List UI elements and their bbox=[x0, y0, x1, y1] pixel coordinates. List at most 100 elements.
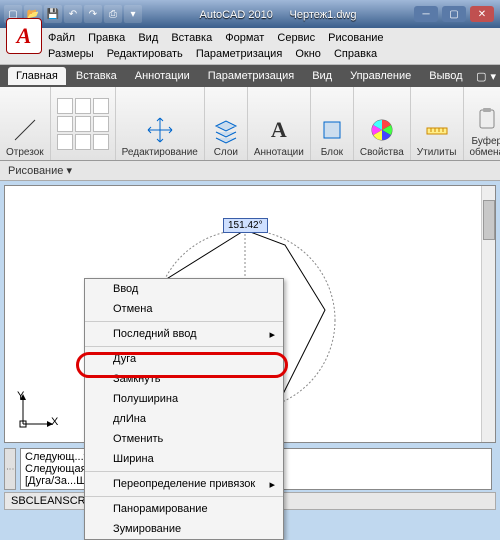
ribbon-tools: ▢ ▾ bbox=[476, 70, 496, 83]
submenu-arrow-icon: ▸ bbox=[269, 478, 275, 491]
ctx-snap-overrides-label: Переопределение привязок bbox=[113, 478, 255, 490]
panel-draw-tools bbox=[51, 87, 116, 160]
menu-edit[interactable]: Правка bbox=[88, 30, 125, 46]
tab-insert[interactable]: Вставка bbox=[68, 67, 125, 85]
block-icon bbox=[317, 115, 347, 145]
ctx-recent-input-label: Последний ввод bbox=[113, 328, 197, 340]
panel-annotation[interactable]: A Аннотации bbox=[248, 87, 311, 160]
qat-save-icon[interactable]: 💾 bbox=[44, 5, 62, 23]
ctx-pan[interactable]: Панорамирование bbox=[85, 496, 283, 519]
draw-tool-icon[interactable] bbox=[75, 134, 91, 150]
document-name: Чертеж1.dwg bbox=[290, 9, 357, 21]
panel-clipboard-label: Буфер обмена bbox=[470, 136, 500, 158]
qat-undo-icon[interactable]: ↶ bbox=[64, 5, 82, 23]
command-line-handle[interactable]: ⋮ bbox=[4, 448, 16, 490]
panel-modify-label: Редактирование bbox=[122, 147, 198, 158]
close-button[interactable]: ✕ bbox=[470, 6, 494, 22]
menu-insert[interactable]: Вставка bbox=[171, 30, 212, 46]
qat-more-icon[interactable]: ▾ bbox=[124, 5, 142, 23]
ctx-arc[interactable]: Дуга bbox=[85, 346, 283, 369]
panel-line[interactable]: Отрезок bbox=[0, 87, 51, 160]
clipboard-icon bbox=[472, 104, 500, 134]
ribbon-tabs: Главная Вставка Аннотации Параметризация… bbox=[0, 65, 500, 87]
draw-tool-icon[interactable] bbox=[93, 116, 109, 132]
panel-properties-label: Свойства bbox=[360, 147, 404, 158]
menu-draw[interactable]: Рисование bbox=[328, 30, 383, 46]
ctx-zoom[interactable]: Зумирование bbox=[85, 519, 283, 539]
menu-tools[interactable]: Сервис bbox=[277, 30, 315, 46]
minimize-button[interactable]: ─ bbox=[414, 6, 438, 22]
panel-utilities[interactable]: Утилиты bbox=[411, 87, 464, 160]
window-controls: ─ ▢ ✕ bbox=[414, 6, 494, 22]
ctx-halfwidth[interactable]: Полуширина bbox=[85, 389, 283, 409]
ribbon-collapse-icon[interactable]: ▢ bbox=[476, 70, 486, 83]
panel-utilities-label: Утилиты bbox=[417, 147, 457, 158]
draw-tool-icon[interactable] bbox=[57, 116, 73, 132]
panel-block-label: Блок bbox=[321, 147, 343, 158]
ctx-snap-overrides[interactable]: Переопределение привязок ▸ bbox=[85, 471, 283, 494]
panel-annotation-label: Аннотации bbox=[254, 147, 304, 158]
ctx-length[interactable]: длИна bbox=[85, 409, 283, 429]
panel-line-label: Отрезок bbox=[6, 147, 44, 158]
drawing-panel-dropdown[interactable]: Рисование ▾ bbox=[8, 164, 72, 177]
titlebar: ▢ 📂 💾 ↶ ↷ ⎙ ▾ AutoCAD 2010 Чертеж1.dwg ─… bbox=[0, 0, 500, 28]
angle-readout: 151.42° bbox=[223, 218, 268, 233]
ctx-undo[interactable]: Отменить bbox=[85, 429, 283, 449]
maximize-button[interactable]: ▢ bbox=[442, 6, 466, 22]
line-icon bbox=[10, 115, 40, 145]
tab-manage[interactable]: Управление bbox=[342, 67, 419, 85]
color-wheel-icon bbox=[367, 115, 397, 145]
menu-window[interactable]: Окно bbox=[295, 46, 321, 62]
draw-tool-icon[interactable] bbox=[93, 98, 109, 114]
ctx-enter[interactable]: Ввод bbox=[85, 279, 283, 299]
panel-clipboard[interactable]: Буфер обмена bbox=[464, 87, 500, 160]
panel-properties[interactable]: Свойства bbox=[354, 87, 411, 160]
menu-format[interactable]: Формат bbox=[225, 30, 264, 46]
ucs-y-label: Y bbox=[17, 390, 24, 402]
draw-tool-icon[interactable] bbox=[75, 98, 91, 114]
panel-layers-label: Слои bbox=[214, 147, 238, 158]
context-menu: Ввод Отмена Последний ввод ▸ Дуга Замкнут… bbox=[84, 278, 284, 540]
qat-print-icon[interactable]: ⎙ bbox=[104, 5, 122, 23]
layers-icon bbox=[211, 115, 241, 145]
panel-dropdown-row: Рисование ▾ bbox=[0, 161, 500, 181]
classic-menu-row-2: Размеры Редактировать Параметризация Окн… bbox=[48, 46, 496, 62]
menu-file[interactable]: Файл bbox=[48, 30, 75, 46]
ctx-recent-input[interactable]: Последний ввод ▸ bbox=[85, 321, 283, 344]
panel-layers[interactable]: Слои bbox=[205, 87, 248, 160]
draw-tool-icon[interactable] bbox=[93, 134, 109, 150]
draw-tool-icon[interactable] bbox=[75, 116, 91, 132]
classic-menu-row-1: Файл Правка Вид Вставка Формат Сервис Ри… bbox=[48, 30, 496, 46]
autocad-logo-icon: A bbox=[17, 23, 32, 49]
scrollbar-thumb[interactable] bbox=[483, 200, 495, 240]
vertical-scrollbar[interactable] bbox=[481, 186, 495, 442]
ctx-close[interactable]: Замкнуть bbox=[85, 369, 283, 389]
panel-modify[interactable]: Редактирование bbox=[116, 87, 205, 160]
application-menu-button[interactable]: A bbox=[6, 18, 42, 54]
tab-parametric[interactable]: Параметризация bbox=[200, 67, 302, 85]
status-sbcleanscr[interactable]: SBCLEANSCR bbox=[11, 495, 86, 507]
menu-modify[interactable]: Редактировать bbox=[107, 46, 183, 62]
tab-view[interactable]: Вид bbox=[304, 67, 340, 85]
ribbon-help-icon[interactable]: ▾ bbox=[490, 70, 496, 83]
draw-tool-icon[interactable] bbox=[57, 134, 73, 150]
tab-output[interactable]: Вывод bbox=[421, 67, 470, 85]
ucs-x-label: X bbox=[51, 416, 58, 428]
menu-view[interactable]: Вид bbox=[138, 30, 158, 46]
window-title: AutoCAD 2010 Чертеж1.dwg bbox=[142, 7, 414, 21]
menu-parametric[interactable]: Параметризация bbox=[196, 46, 282, 62]
tab-annotate[interactable]: Аннотации bbox=[127, 67, 198, 85]
text-icon: A bbox=[264, 115, 294, 145]
draw-tool-icon[interactable] bbox=[57, 98, 73, 114]
move-icon bbox=[145, 115, 175, 145]
panel-block[interactable]: Блок bbox=[311, 87, 354, 160]
ctx-cancel[interactable]: Отмена bbox=[85, 299, 283, 319]
menu-dimension[interactable]: Размеры bbox=[48, 46, 94, 62]
tab-home[interactable]: Главная bbox=[8, 67, 66, 85]
classic-menu-bar: Файл Правка Вид Вставка Формат Сервис Ри… bbox=[0, 28, 500, 65]
menu-help[interactable]: Справка bbox=[334, 46, 377, 62]
ucs-icon: Y X bbox=[15, 392, 55, 432]
submenu-arrow-icon: ▸ bbox=[269, 328, 275, 341]
qat-redo-icon[interactable]: ↷ bbox=[84, 5, 102, 23]
ctx-width[interactable]: Ширина bbox=[85, 449, 283, 469]
